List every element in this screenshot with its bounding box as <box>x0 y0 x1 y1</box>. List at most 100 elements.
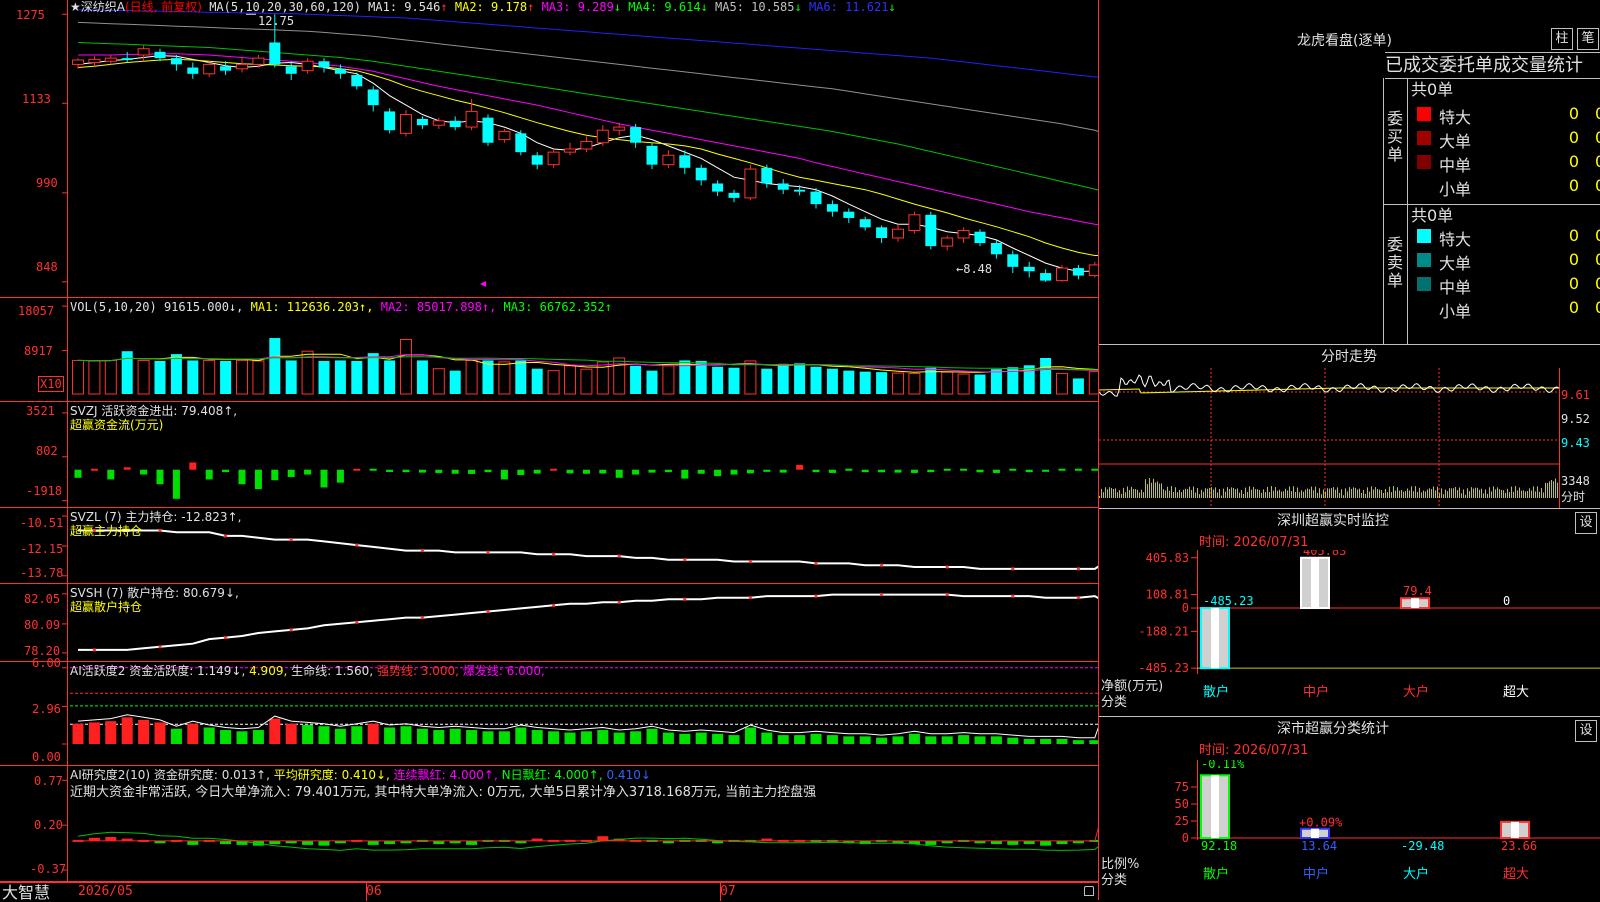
aia-bar <box>236 731 248 744</box>
bar-mode-button[interactable]: 柱 <box>1551 28 1573 50</box>
aia-bar <box>1089 740 1098 744</box>
buy-total: 共0单 <box>1411 80 1454 99</box>
vol-bar-down <box>449 370 461 394</box>
svzj-pane[interactable]: SVZJ 活跃资金进出: 79.408↑, 超赢资金流(万元) 3521 802… <box>0 402 1098 508</box>
svzl-dot <box>355 543 359 547</box>
ma-legend: MA1: 9.546↑ MA2: 9.178↑ MA3: 9.289↓ MA4:… <box>368 0 896 14</box>
row-name: 大单 <box>1439 254 1472 273</box>
aia-title: AI活跃度2 资金活跃度: 1.149↓, <box>70 664 246 678</box>
air-bar <box>187 840 199 845</box>
aia-bar <box>695 732 707 744</box>
svzj-bar <box>943 468 951 471</box>
dragon-tabs[interactable]: 已成交委托单成交量统计 <box>1385 54 1583 78</box>
vol-bar-up <box>88 360 101 395</box>
svzj-bar <box>878 469 886 473</box>
row-pct: 0% <box>1595 104 1600 123</box>
svsh-dot <box>617 600 621 604</box>
monitor-settings-button[interactable]: 设 <box>1575 512 1597 534</box>
vol-bar-up <box>465 359 478 395</box>
class-bar-hl <box>1211 775 1219 838</box>
candle-down <box>826 204 838 212</box>
monitor-top-line <box>1099 508 1600 509</box>
dragon-box-split <box>1407 78 1408 344</box>
svzj-bar <box>1058 468 1066 471</box>
cursor-marker <box>480 281 486 287</box>
vol-bar-down <box>777 363 789 394</box>
ma-legend-arrow: ↓ <box>613 0 622 14</box>
ai-activity-pane[interactable]: AI活跃度2 资金活跃度: 1.149↓, 4.909, 生命线: 1.560,… <box>0 656 1098 766</box>
aia-bar <box>662 732 674 744</box>
svzj-ytick: 802 <box>36 444 58 458</box>
class-settings-button[interactable]: 设 <box>1575 720 1597 742</box>
candle-down <box>285 66 297 74</box>
svsh-dot <box>880 593 884 597</box>
volume-pane[interactable]: VOL(5,10,20) 91615.000↓, MA1: 112636.203… <box>0 298 1098 402</box>
aia-bar <box>220 730 232 744</box>
svzj-bar <box>353 468 361 471</box>
stock-title[interactable]: ★深纺织A <box>70 0 125 14</box>
lock-icon[interactable] <box>1084 886 1094 896</box>
class-value-label: 13.64 <box>1301 839 1337 853</box>
air-title: AI研究度2(10) 资金研究度: 0.013↑, <box>70 768 270 782</box>
vol-bar-up <box>564 365 576 395</box>
intra-price-line <box>1099 374 1560 397</box>
svzj-bar <box>960 468 968 471</box>
color-swatch <box>1417 301 1431 315</box>
air-bar <box>1023 840 1035 845</box>
svsh-subtitle: 超赢散户持仓 <box>70 600 143 614</box>
svsh-dot <box>224 636 228 640</box>
candle-down <box>416 118 428 126</box>
aia-bar <box>597 730 609 744</box>
buy-label: 委买单 <box>1386 109 1403 164</box>
svzj-bar <box>779 469 787 473</box>
air-ytick: -0.37 <box>30 862 67 876</box>
intraday-volunit: 分时 <box>1561 490 1586 504</box>
candle-down <box>269 42 281 65</box>
dragon-box-mid <box>1383 204 1600 205</box>
svsh-pane[interactable]: SVSH (7) 散户持仓: 80.679↓, 超赢散户持仓 82.05 80.… <box>0 584 1098 662</box>
ai-research-svg <box>0 766 1098 882</box>
svsh-dot <box>1011 594 1015 598</box>
svzj-bar <box>648 469 656 473</box>
brand-label[interactable]: 大智慧 <box>2 884 50 901</box>
kline-ytick: 1133 <box>22 92 51 106</box>
buy-row: 大单 0 0% <box>1409 126 1600 151</box>
vol-bar-down <box>1040 358 1052 394</box>
color-swatch <box>1417 131 1431 145</box>
candle-down <box>334 68 346 74</box>
kline-svg <box>0 0 1098 298</box>
svzj-bar <box>156 469 164 485</box>
svzl-pane[interactable]: SVZL (7) 主力持仓: -12.823↑, 超赢主力持仓 -10.51 -… <box>0 508 1098 584</box>
row-pct: 0% <box>1595 152 1600 171</box>
ma-line-ma5 <box>77 21 1098 132</box>
aia-bar <box>892 736 904 744</box>
kline-pane[interactable]: ★深纺织A(日线, 前复权) MA(5,10,20,30,60,120) MA1… <box>0 0 1098 298</box>
ma-legend-item: MA6: 11.621 <box>801 0 889 14</box>
candle-up <box>662 154 675 166</box>
monitor-svg: 405.83108.810-188.21-485.23-485.23405.83… <box>1138 550 1600 700</box>
candle-down <box>367 89 379 106</box>
aia-bar <box>990 736 1002 744</box>
svzl-dot <box>224 534 228 538</box>
sell-row: 小单 0 0% <box>1409 296 1600 321</box>
svzl-dot <box>486 550 490 554</box>
row-pct: 0% <box>1595 298 1600 317</box>
class-time: 时间: 2026/07/31 <box>1199 743 1309 758</box>
candle-up <box>400 114 412 134</box>
svzj-bar <box>550 468 558 471</box>
air-bar <box>220 840 232 845</box>
chart-area[interactable]: ★深纺织A(日线, 前复权) MA(5,10,20,30,60,120) MA1… <box>0 0 1099 901</box>
vol-value: 91615.000↓, <box>163 300 244 314</box>
candle-down <box>531 155 543 165</box>
svzl-dot <box>289 538 293 542</box>
svzj-bar <box>254 469 262 490</box>
vol-bar-down <box>269 338 281 394</box>
aia-bar <box>88 722 100 744</box>
class-value-label: 23.66 <box>1501 839 1537 853</box>
ai-research-pane[interactable]: AI研究度2(10) 资金研究度: 0.013↑, 平均研究度: 0.410↓,… <box>0 766 1098 882</box>
row-count: 0 <box>1568 274 1579 293</box>
tick-mode-button[interactable]: 笔 <box>1577 28 1599 50</box>
class-bar-hl <box>1511 821 1519 838</box>
row-count: 0 <box>1568 226 1579 245</box>
vol-bar-up <box>400 339 412 395</box>
